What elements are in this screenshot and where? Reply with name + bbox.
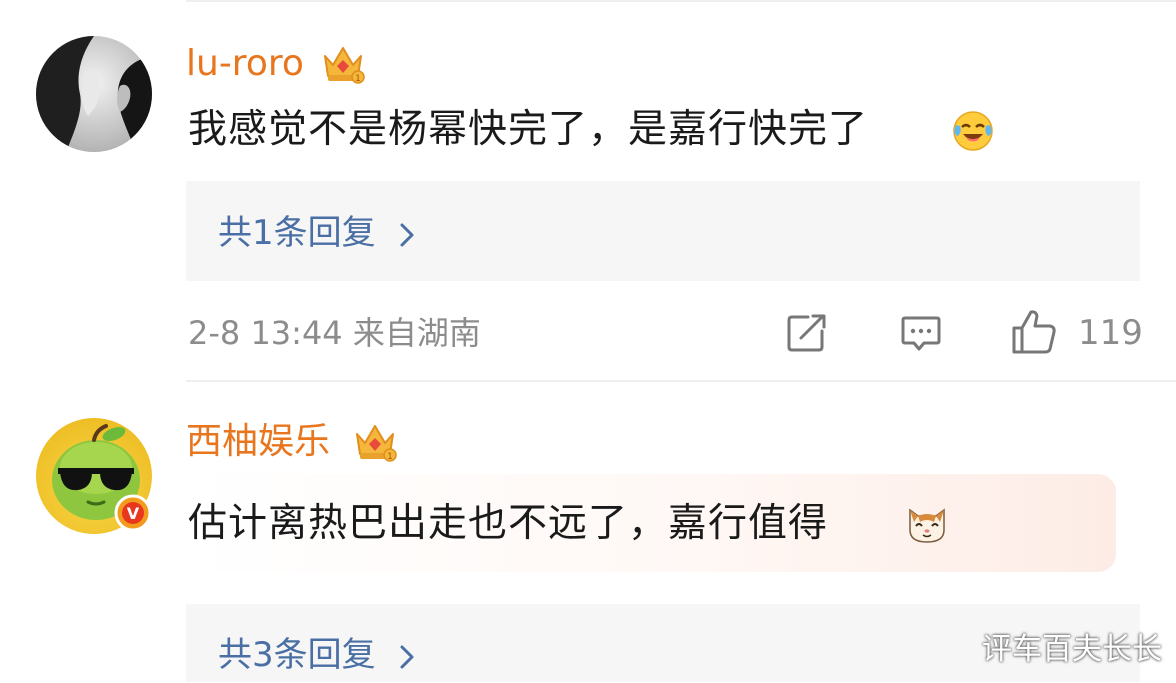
crown-icon: 1 <box>320 40 366 86</box>
laughing-crying-emoji-icon <box>950 108 996 154</box>
view-replies-link[interactable]: 共1条回复 <box>218 211 422 255</box>
cat-face-emoji-icon <box>904 500 950 546</box>
comment-divider <box>186 380 1176 382</box>
view-replies-label: 共1条回复 <box>218 213 376 253</box>
share-icon[interactable] <box>786 313 828 357</box>
watermark: 评车百夫长长 <box>982 632 1162 667</box>
username[interactable]: lu-roro <box>186 42 304 86</box>
comment-icon[interactable] <box>900 314 942 358</box>
verified-badge-icon: V <box>114 494 152 532</box>
chevron-right-icon <box>392 217 422 247</box>
view-replies-link[interactable]: 共3条回复 <box>218 633 422 677</box>
avatar-xiyou-yule[interactable]: V <box>36 418 152 534</box>
top-divider <box>186 0 1176 2</box>
comment-text: 我感觉不是杨幂快完了，是嘉行快完了 <box>188 107 869 152</box>
avatar-lu-roro[interactable] <box>36 36 152 152</box>
username[interactable]: 西柚娱乐 <box>186 420 330 464</box>
like-icon[interactable] <box>1010 308 1058 360</box>
comment-text: 估计离热巴出走也不远了，嘉行值得 <box>188 501 829 546</box>
chevron-right-icon <box>392 639 422 669</box>
comment-meta: 2-8 13:44 来自湖南 <box>188 314 481 352</box>
svg-text:V: V <box>127 504 140 523</box>
view-replies-label: 共3条回复 <box>218 635 376 675</box>
like-count: 119 <box>1078 313 1143 353</box>
crown-icon: 1 <box>352 418 398 464</box>
svg-text:1: 1 <box>355 74 361 84</box>
svg-text:1: 1 <box>387 452 393 462</box>
